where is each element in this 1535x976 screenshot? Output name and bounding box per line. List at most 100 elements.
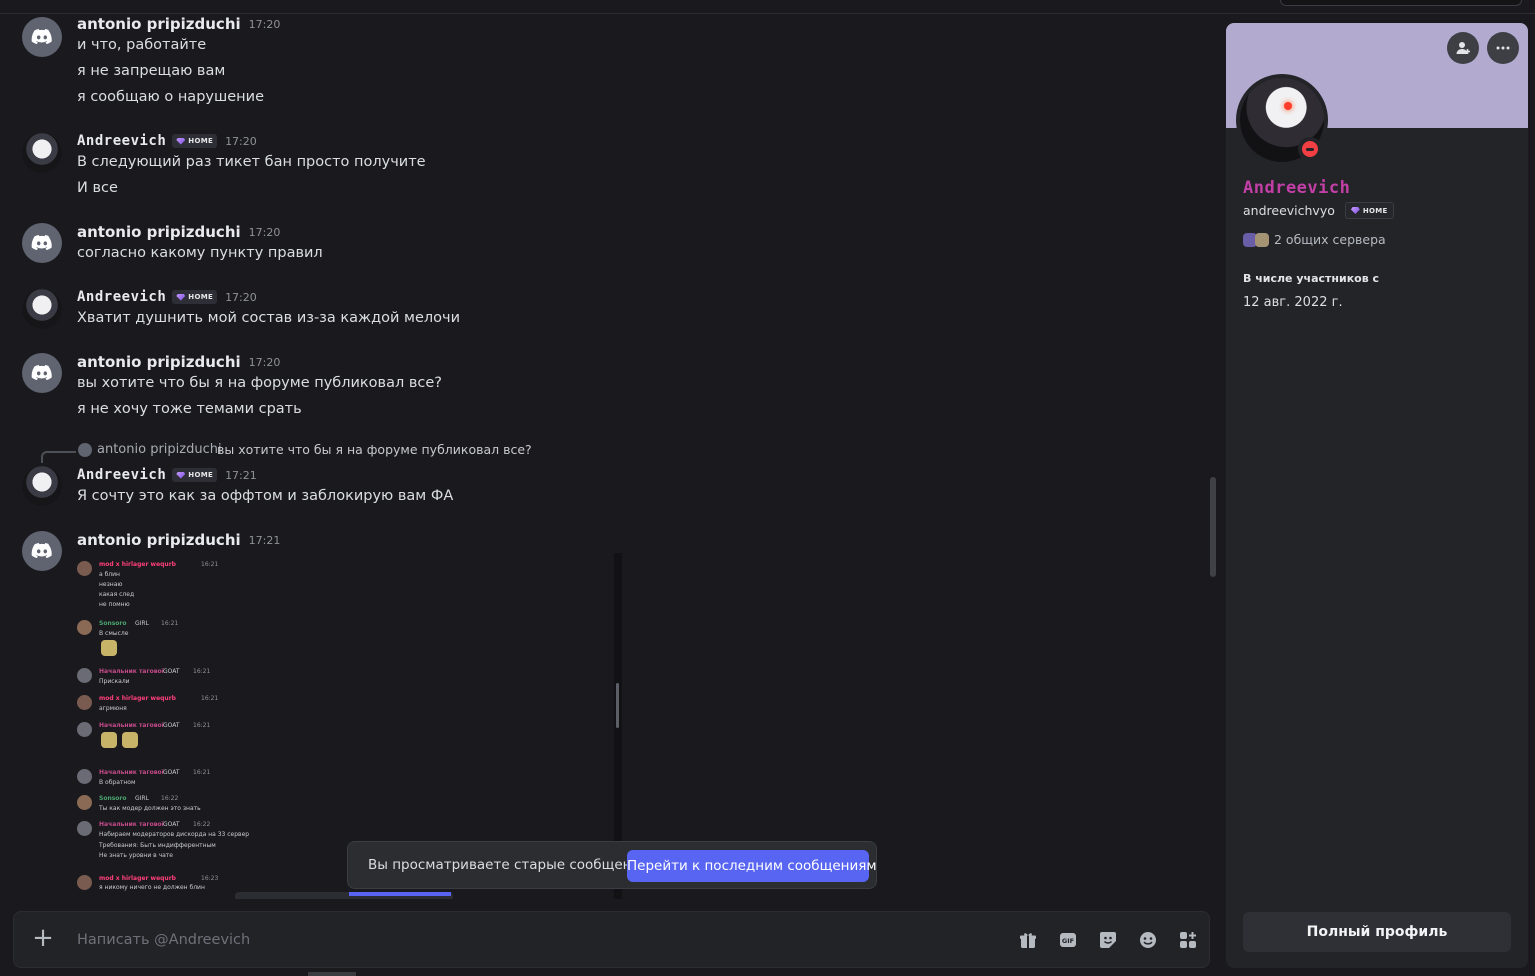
message-input[interactable] — [77, 928, 677, 952]
attachment-tag: GOAT — [163, 821, 180, 828]
guild-tag[interactable]: HOME — [172, 468, 218, 482]
avatar[interactable] — [22, 223, 62, 263]
attachment-scrollbar-thumb — [616, 683, 619, 728]
username[interactable]: Andreevich — [77, 467, 166, 483]
gem-icon — [176, 471, 186, 479]
attachment-time: 16:21 — [201, 695, 219, 702]
attachment-tag: GIRL — [135, 795, 149, 802]
window-bottom-strip — [308, 972, 356, 976]
attachment-username: Начальник тагової — [99, 821, 164, 828]
message-header: Andreevich HOME 17:21 — [77, 466, 257, 484]
guild-tag[interactable]: HOME — [172, 290, 218, 304]
chat-scrollbar-thumb[interactable] — [1210, 477, 1216, 577]
attachment-avatar — [77, 561, 92, 576]
message-text: я не хочу тоже темами срать — [77, 401, 302, 417]
attachment-jump-button — [349, 892, 451, 896]
message-header: antonio pripizduchi 17:20 — [77, 353, 280, 371]
add-attachment-icon[interactable]: + — [31, 925, 55, 951]
attachment-text: Требования: Быть индифферентным — [99, 842, 216, 849]
sticker-icon — [101, 732, 117, 748]
discord-logo-icon — [31, 235, 52, 251]
guild-tag[interactable]: HOME — [1344, 202, 1394, 219]
attachment-message: Начальник тагової GOAT 16:21 — [77, 722, 597, 748]
attachment-time: 16:21 — [161, 620, 179, 627]
sticker-icon[interactable] — [1098, 930, 1118, 950]
attachment-text: незнаю — [99, 581, 123, 588]
apps-icon[interactable] — [1178, 930, 1198, 950]
attachment-avatar — [77, 821, 92, 836]
attachment-time: 16:21 — [193, 668, 211, 675]
attachment-message: Начальник тагової GOAT 16:21 В обратном — [77, 769, 597, 789]
message-header: Andreevich HOME 17:20 — [77, 132, 257, 150]
username[interactable]: antonio pripizduchi — [77, 353, 241, 371]
attachment-jump-bar — [235, 892, 453, 899]
add-friend-icon[interactable] — [1447, 32, 1479, 64]
timestamp: 17:20 — [248, 355, 281, 369]
avatar-glow — [1284, 102, 1292, 110]
attachment-text: Ты как модер должен это знать — [99, 805, 201, 812]
avatar[interactable] — [22, 353, 62, 393]
mutual-servers[interactable]: 2 общих сервера — [1243, 232, 1386, 247]
discord-window: antonio pripizduchi 17:20 и что, работай… — [0, 0, 1535, 976]
avatar[interactable] — [22, 133, 62, 173]
more-options-icon[interactable] — [1487, 32, 1519, 64]
top-bar — [0, 0, 1535, 14]
attachment-username: Sonsoro — [99, 795, 127, 802]
old-messages-bar: Вы просматриваете старые сообщения Перей… — [347, 841, 877, 889]
username[interactable]: antonio pripizduchi — [77, 531, 241, 549]
avatar[interactable] — [22, 531, 62, 571]
attachment-message: Sonsoro GIRL 16:21 В смысле — [77, 620, 597, 656]
message-text: вы хотите что бы я на форуме публиковал … — [77, 375, 442, 391]
svg-text:GIF: GIF — [1062, 937, 1074, 945]
jump-to-present-button[interactable]: Перейти к последним сообщениям — [627, 850, 877, 882]
avatar[interactable] — [22, 17, 62, 57]
reply-username[interactable]: antonio pripizduchi — [97, 442, 222, 457]
attachment-text: В смысле — [99, 630, 129, 637]
guild-tag[interactable]: HOME — [172, 134, 218, 148]
profile-username[interactable]: andreevichvyo — [1243, 203, 1335, 218]
gift-icon[interactable] — [1018, 930, 1038, 950]
message-text: я не запрещаю вам — [77, 63, 226, 79]
reply-text[interactable]: вы хотите что бы я на форуме публиковал … — [217, 442, 532, 457]
attachment-message: mod x hirlager wequrb 16:21 агрмюня — [77, 695, 597, 715]
timestamp: 17:20 — [248, 17, 281, 31]
attachment-message: mod x hirlager wequrb а блин незнаю кака… — [77, 561, 597, 608]
message-text: Хватит душнить мой состав из-за каждой м… — [77, 310, 461, 326]
message-text: Я сочту это как за оффтом и заблокирую в… — [77, 488, 454, 504]
avatar[interactable] — [22, 289, 62, 329]
full-profile-button[interactable]: Полный профиль — [1243, 912, 1511, 952]
message-text: И все — [77, 180, 118, 196]
username[interactable]: antonio pripizduchi — [77, 223, 241, 241]
message-text: согласно какому пункту правил — [77, 245, 323, 261]
old-messages-text: Вы просматриваете старые сообщения — [368, 857, 649, 873]
profile-username-row: andreevichvyo HOME — [1243, 202, 1394, 219]
timestamp: 17:21 — [225, 468, 257, 482]
username[interactable]: Andreevich — [77, 289, 166, 305]
chat-scrollbar[interactable] — [1209, 15, 1217, 910]
attachment-text: агрмюня — [99, 705, 127, 712]
attachment-message: Sonsoro GIRL 16:22 Ты как модер должен э… — [77, 795, 597, 815]
discord-logo-icon — [31, 543, 52, 559]
attachment-message: Начальник тагової GOAT 16:21 Прискали — [77, 668, 597, 688]
profile-display-name: Andreevich — [1243, 178, 1351, 198]
reply-preview[interactable]: antonio pripizduchi вы хотите что бы я н… — [6, 442, 806, 463]
attachment-text: я никому ничего не должен блин — [99, 884, 205, 891]
attachment-time: 16:21 — [193, 769, 211, 776]
username[interactable]: antonio pripizduchi — [77, 15, 241, 33]
attachment-avatar — [77, 769, 92, 784]
username[interactable]: Andreevich — [77, 133, 166, 149]
emoji-icon[interactable] — [1138, 930, 1158, 950]
attachment-username: mod x hirlager wequrb — [99, 695, 176, 702]
attachment-avatar — [77, 875, 92, 890]
search-box[interactable] — [1280, 0, 1522, 6]
attachment-avatar — [77, 795, 92, 810]
discord-logo-icon — [31, 29, 52, 45]
gif-icon[interactable]: GIF — [1058, 930, 1078, 950]
attachment-time: 16:21 — [193, 722, 211, 729]
attachment-username: Sonsoro — [99, 620, 127, 627]
dnd-status-icon — [1298, 137, 1322, 161]
attachment-tag: GOAT — [163, 668, 180, 675]
reply-spine — [41, 451, 76, 463]
timestamp: 17:20 — [248, 225, 281, 239]
avatar[interactable] — [22, 466, 62, 506]
